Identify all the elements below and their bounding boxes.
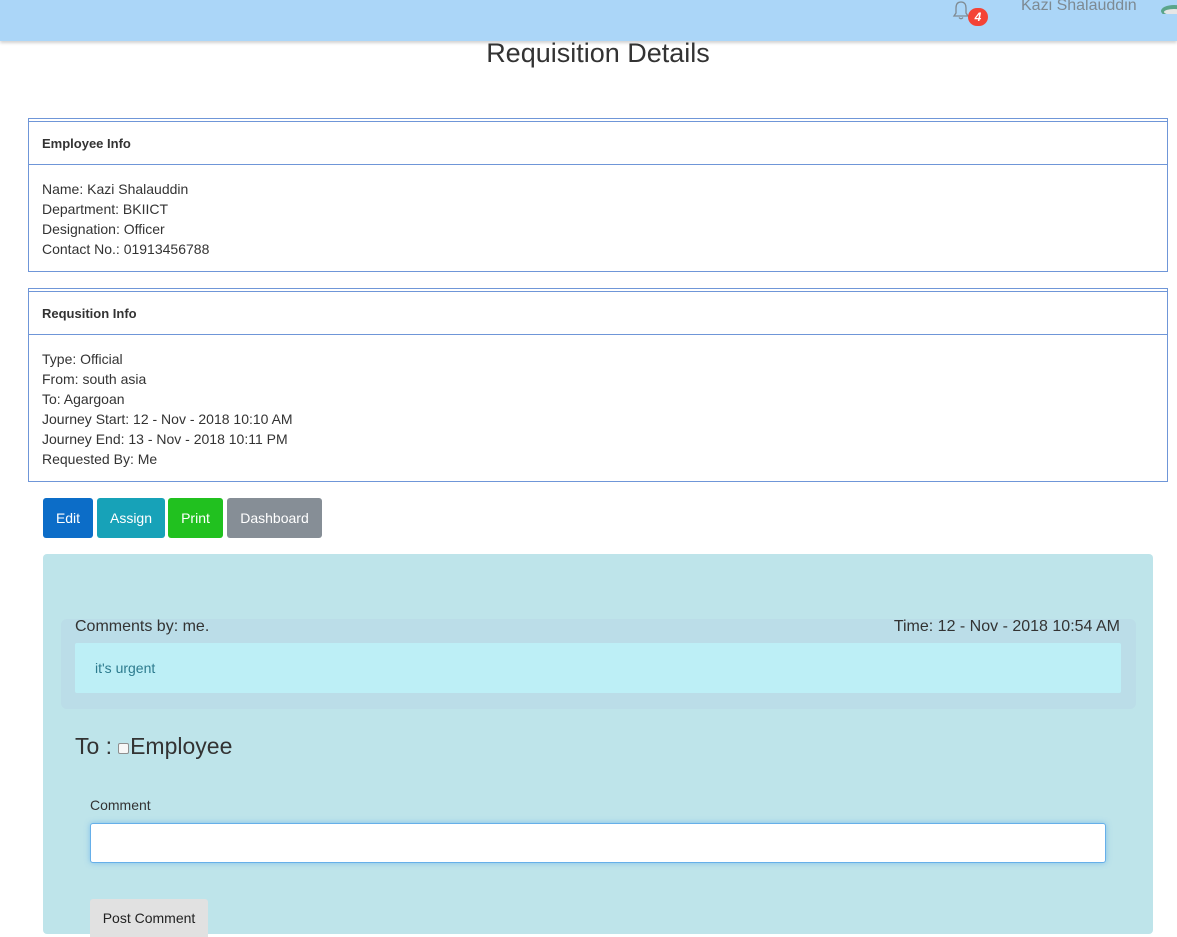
recipient-row: To : Employee bbox=[75, 733, 232, 760]
comment-message-box: it's urgent bbox=[75, 643, 1121, 693]
employee-info-heading: Employee Info bbox=[29, 119, 1167, 165]
employee-checkbox[interactable] bbox=[118, 742, 130, 754]
comment-input[interactable] bbox=[90, 823, 1106, 863]
employee-department: Department: BKIICT bbox=[42, 201, 169, 217]
user-avatar-icon[interactable] bbox=[1160, 2, 1177, 14]
requisition-from: From: south asia bbox=[42, 371, 147, 387]
print-button[interactable]: Print bbox=[168, 498, 223, 538]
requisition-info-heading: Requsition Info bbox=[29, 289, 1167, 335]
employee-option-label[interactable]: Employee bbox=[130, 733, 232, 760]
edit-button[interactable]: Edit bbox=[43, 498, 93, 538]
comment-message: it's urgent bbox=[95, 660, 156, 676]
dashboard-button[interactable]: Dashboard bbox=[227, 498, 322, 538]
post-comment-button[interactable]: Post Comment bbox=[90, 899, 208, 937]
journey-end: Journey End: 13 - Nov - 2018 10:11 PM bbox=[42, 431, 288, 447]
to-label: To : bbox=[75, 733, 113, 759]
comment-field-label: Comment bbox=[90, 797, 151, 813]
requisition-to: To: Agargoan bbox=[42, 391, 125, 407]
comment-time: Time: 12 - Nov - 2018 10:54 AM bbox=[893, 618, 1120, 635]
employee-name: Name: Kazi Shalauddin bbox=[42, 181, 189, 197]
user-name[interactable]: Kazi Shalauddin bbox=[1021, 0, 1137, 15]
comment-author: Comments by: me. bbox=[75, 618, 210, 635]
requisition-info-body: Type: Official From: south asia To: Agar… bbox=[29, 335, 1167, 469]
top-navbar: 4 Kazi Shalauddin bbox=[0, 0, 1177, 41]
requisition-type: Type: Official bbox=[42, 351, 123, 367]
employee-info-panel: Employee Info Name: Kazi Shalauddin Depa… bbox=[28, 118, 1168, 272]
requisition-info-panel: Requsition Info Type: Official From: sou… bbox=[28, 288, 1168, 482]
employee-info-body: Name: Kazi Shalauddin Department: BKIICT… bbox=[29, 165, 1167, 259]
employee-designation: Designation: Officer bbox=[42, 221, 165, 237]
page-title: Requisition Details bbox=[486, 38, 710, 68]
notification-count-badge[interactable]: 4 bbox=[968, 8, 988, 26]
requested-by: Requested By: Me bbox=[42, 451, 158, 467]
assign-button[interactable]: Assign bbox=[97, 498, 165, 538]
employee-contact: Contact No.: 01913456788 bbox=[42, 241, 210, 257]
journey-start: Journey Start: 12 - Nov - 2018 10:10 AM bbox=[42, 411, 293, 427]
